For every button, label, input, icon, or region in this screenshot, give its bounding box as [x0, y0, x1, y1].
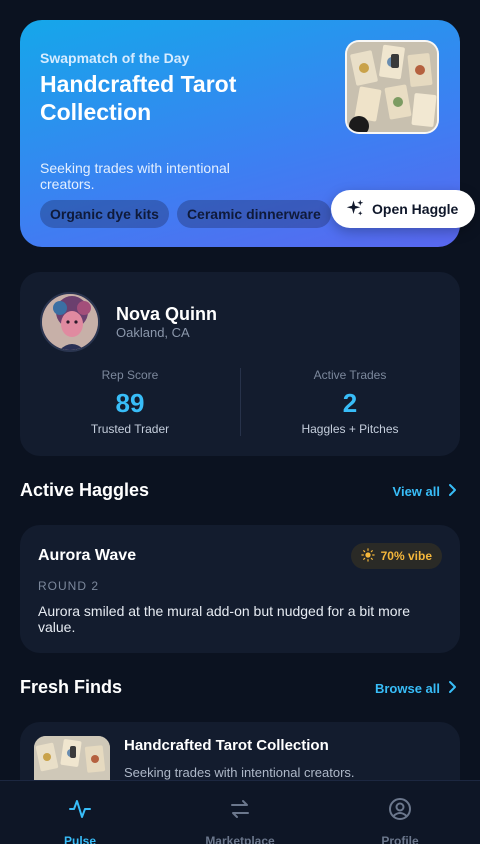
tag-chip[interactable]: Organic dye kits — [40, 200, 169, 228]
chevron-right-icon — [448, 680, 458, 697]
user-circle-icon — [388, 797, 412, 826]
nav-item-marketplace[interactable]: Marketplace — [160, 797, 320, 844]
find-title: Handcrafted Tarot Collection — [124, 737, 329, 754]
rep-score-stat: Rep Score 89 Trusted Trader — [20, 368, 240, 436]
browse-all-label: Browse all — [374, 681, 440, 696]
fresh-finds-title: Fresh Finds — [20, 677, 123, 697]
tarot-image — [347, 42, 437, 132]
open-haggle-label: Open Haggle — [372, 201, 459, 217]
swap-arrows-icon — [228, 797, 252, 826]
hero-subtitle: Seeking trades with intentional creators… — [40, 160, 230, 192]
nav-label: Profile — [381, 834, 419, 844]
nav-label: Marketplace — [205, 834, 275, 844]
nav-label: Pulse — [63, 834, 96, 844]
hero-kicker: Swapmatch of the Day — [40, 50, 190, 66]
swapmatch-hero-card[interactable]: Swapmatch of the Day Handcrafted Tarot C… — [20, 20, 475, 247]
chevron-right-icon — [448, 483, 458, 500]
stat-label: Active Trades — [313, 368, 387, 382]
find-subtitle: Seeking trades with intentional creators… — [124, 765, 355, 780]
bottom-nav: Pulse Marketplace Profile — [0, 780, 480, 844]
hero-tag-list: Organic dye kits Ceramic dinnerware — [40, 200, 331, 228]
tag-chip[interactable]: Ceramic dinnerware — [176, 200, 331, 228]
haggle-message: Aurora smiled at the mural add-on but nu… — [38, 603, 410, 635]
stat-caption: Trusted Trader — [90, 422, 170, 436]
active-trades-stat: Active Trades 2 Haggles + Pitches — [240, 368, 460, 436]
avatar[interactable] — [40, 292, 100, 352]
browse-all-link[interactable]: Browse all — [375, 680, 458, 697]
vibe-badge: 70% vibe — [350, 543, 442, 569]
hero-thumbnail-image — [345, 40, 439, 134]
view-all-label: View all — [392, 484, 440, 499]
stat-caption: Haggles + Pitches — [301, 422, 399, 436]
hero-title: Handcrafted Tarot Collection — [40, 71, 237, 125]
stat-value: 89 — [115, 388, 145, 418]
open-haggle-button[interactable]: Open Haggle — [331, 190, 475, 228]
nav-item-profile[interactable]: Profile — [320, 797, 480, 844]
activity-icon — [68, 797, 92, 826]
profile-location: Oakland, CA — [116, 325, 190, 340]
profile-name: Nova Quinn — [116, 304, 218, 324]
active-haggles-title: Active Haggles — [20, 480, 150, 500]
vibe-label: 70% vibe — [380, 549, 432, 563]
stat-label: Rep Score — [101, 368, 159, 382]
sun-icon — [360, 547, 375, 565]
sparkles-icon — [346, 199, 364, 220]
haggle-partner-name: Aurora Wave — [38, 547, 137, 564]
view-all-link[interactable]: View all — [393, 483, 458, 500]
profile-card: Nova Quinn Oakland, CA Rep Score 89 Trus… — [20, 272, 460, 456]
nav-item-pulse[interactable]: Pulse — [0, 797, 160, 844]
round-label: ROUND 2 — [38, 579, 100, 593]
haggle-card[interactable]: Aurora Wave 70% vibe ROUND 2 Aurora smil… — [20, 525, 460, 653]
stat-value: 2 — [342, 388, 358, 418]
